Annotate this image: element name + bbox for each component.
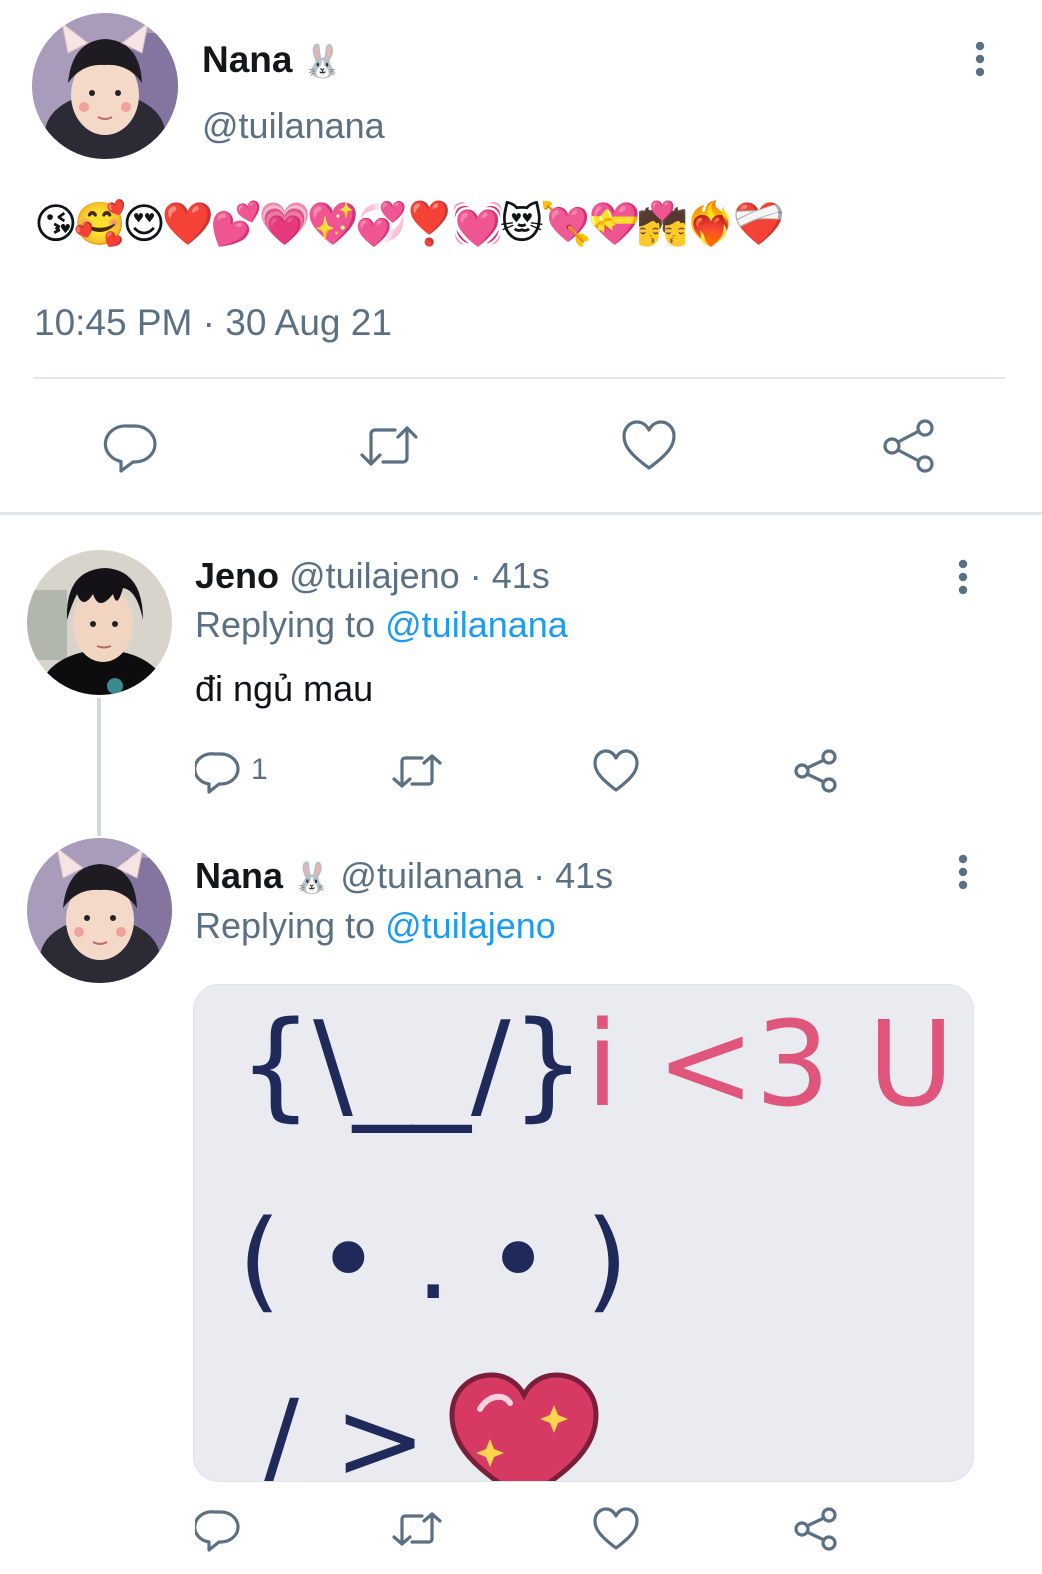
bunny-ears-text: {\__/} bbox=[238, 995, 586, 1133]
replying-to-label: Replying to bbox=[195, 905, 376, 946]
avatar-nana[interactable] bbox=[32, 13, 178, 159]
replying-to: Replying to @tuilanana bbox=[195, 603, 568, 647]
i-love-u-text: i <3 U bbox=[586, 995, 955, 1133]
bunny-emoji: 🐰 bbox=[293, 862, 331, 895]
handle[interactable]: @tuilajeno bbox=[289, 555, 460, 596]
display-name-row: Nana 🐰 bbox=[202, 38, 343, 83]
tweet-text: 😘🥰😍❤️💕💗💖💞❣️💓😻💘💝💏❤️‍🔥❤️‍🩹 bbox=[34, 200, 785, 247]
share-icon[interactable] bbox=[880, 418, 938, 474]
display-name[interactable]: Nana bbox=[195, 855, 283, 896]
timestamp[interactable]: 10:45 PM · 30 Aug 21 bbox=[34, 300, 392, 346]
reply-text: đi ngủ mau bbox=[195, 668, 374, 709]
media-image[interactable]: {\__/} i <3 U ( • . • ) / > bbox=[193, 984, 974, 1482]
like-icon[interactable] bbox=[592, 748, 640, 794]
more-options-icon[interactable] bbox=[949, 558, 977, 598]
reply-icon[interactable] bbox=[195, 748, 241, 794]
retweet-icon[interactable] bbox=[390, 1506, 444, 1552]
reply-count: 1 bbox=[251, 753, 268, 786]
bunny-emoji: 🐰 bbox=[302, 43, 343, 79]
divider bbox=[33, 377, 1005, 379]
like-icon[interactable] bbox=[592, 1506, 640, 1552]
timestamp[interactable]: · 41s bbox=[470, 555, 550, 596]
share-icon[interactable] bbox=[792, 1506, 840, 1552]
more-options-icon[interactable] bbox=[949, 853, 977, 893]
more-options-icon[interactable] bbox=[966, 40, 994, 80]
replying-to-link[interactable]: @tuilanana bbox=[385, 604, 568, 645]
reply-header: Jeno @tuilajeno · 41s bbox=[195, 554, 550, 598]
avatar-nana[interactable] bbox=[27, 838, 172, 983]
retweet-icon[interactable] bbox=[390, 748, 444, 794]
timestamp[interactable]: · 41s bbox=[533, 855, 613, 896]
reply-header: Nana 🐰 @tuilanana · 41s bbox=[195, 854, 613, 901]
like-icon[interactable] bbox=[620, 418, 678, 474]
reply-icon[interactable] bbox=[103, 418, 159, 474]
sparkling-heart-icon bbox=[444, 1369, 604, 1481]
replying-to-label: Replying to bbox=[195, 604, 376, 645]
retweet-icon[interactable] bbox=[357, 418, 421, 474]
reply-icon[interactable] bbox=[195, 1506, 241, 1552]
thread-line bbox=[97, 698, 101, 836]
replying-to: Replying to @tuilajeno bbox=[195, 904, 556, 948]
handle[interactable]: @tuilanana bbox=[202, 104, 385, 148]
bunny-arm-text: / > bbox=[262, 1376, 427, 1482]
display-name[interactable]: Jeno bbox=[195, 555, 279, 596]
avatar-jeno[interactable] bbox=[27, 550, 172, 695]
replying-to-link[interactable]: @tuilajeno bbox=[385, 905, 556, 946]
display-name[interactable]: Nana bbox=[202, 39, 292, 80]
share-icon[interactable] bbox=[792, 748, 840, 794]
section-divider bbox=[0, 512, 1042, 515]
bunny-face-text: ( • . • ) bbox=[238, 1196, 629, 1324]
handle[interactable]: @tuilanana bbox=[340, 855, 523, 896]
